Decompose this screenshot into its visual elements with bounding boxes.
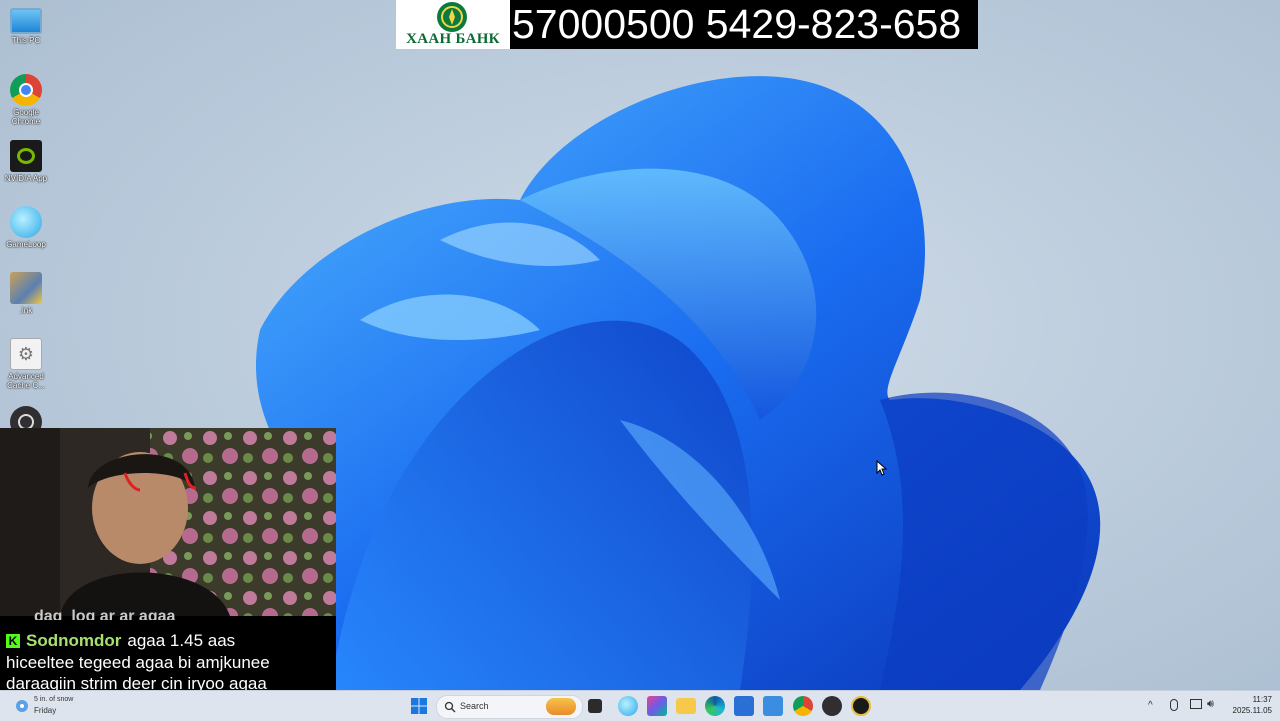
copilot-icon[interactable] [647,696,667,716]
edge-icon[interactable] [705,696,725,716]
chat-username: Sodnomdor [26,631,122,650]
chrome-icon [10,74,42,106]
stream-chat-overlay: dag_log ar ar agaa K Sodnomdor agaa 1.45 a… [0,608,336,696]
bank-name: ХААН БАНК [406,31,500,47]
mouse-cursor-icon [876,460,888,476]
kick-icon: K [6,634,20,648]
desktop-icon-advanced-cache[interactable]: ⚙ Advanced Cache C... [0,338,52,390]
start-button[interactable] [409,696,429,716]
bank-account-number: 57000500 5429-823-658 [510,0,978,49]
desktop-icon-nvidia[interactable]: NVIDIA App [0,140,52,183]
snow-icon [16,700,28,712]
bank-logo: ХААН БАНК [396,0,510,49]
chrome-taskbar-icon[interactable] [793,696,813,716]
task-view-icon[interactable] [588,699,602,713]
chat-message-text: agaa 1.45 aas [127,631,236,650]
obs-taskbar-icon[interactable] [822,696,842,716]
chat-message-text: hiceeltee tegeed agaa bi amjkunee [6,653,270,672]
webcam-overlay [0,428,336,616]
monitor-icon [10,8,42,34]
mail-icon[interactable] [763,696,783,716]
desktop-icon-label: .lnk [19,306,33,315]
desktop-icon-label: Advanced Cache C... [7,372,45,390]
chevron-up-icon[interactable]: ^ [1148,700,1153,711]
desktop-icon-label: NVIDIA App [4,174,48,183]
clock-date: 2025.11.05 [1232,706,1272,715]
store-icon[interactable] [734,696,754,716]
pubg-icon [10,272,42,304]
weather-widget[interactable]: 5 in. of snow Friday [14,693,94,719]
bank-donation-banner: ХААН БАНК 57000500 5429-823-658 [396,0,978,49]
search-placeholder: Search [460,701,489,711]
network-icon[interactable] [1190,699,1202,709]
weather-condition: 5 in. of snow [34,696,74,703]
desktop-icon-gameloop[interactable]: GameLoop [0,206,52,249]
system-clock[interactable]: 11:37 2025.11.05 [1226,694,1272,716]
desktop-icon-lnk[interactable]: .lnk [0,272,52,315]
microphone-icon[interactable] [1170,699,1178,711]
clock-time: 11:37 [1252,695,1272,704]
webcam-video [0,428,336,616]
file-explorer-icon[interactable] [676,698,696,714]
chat-message-line: K Sodnomdor agaa 1.45 aas [6,631,235,651]
desktop-icon-chrome[interactable]: Google Chrome [0,74,52,126]
volume-icon[interactable]: 🔊︎ [1207,698,1214,711]
game-taskbar-icon[interactable] [851,696,871,716]
gameloop-taskbar-icon[interactable] [618,696,638,716]
taskbar-search[interactable]: Search [436,695,583,719]
search-highlight-icon [546,698,576,715]
gear-icon: ⚙ [10,338,42,370]
chat-previous-message: dag_log ar ar agaa [34,608,176,620]
nvidia-icon [10,140,42,172]
desktop-icon-this-pc[interactable]: This PC [0,8,52,45]
desktop-icon-label: GameLoop [6,240,46,249]
taskbar: 5 in. of snow Friday Search ^ 🔊︎ 11:37 2… [0,690,1280,721]
desktop-icon-label: This PC [11,36,41,45]
bank-emblem-icon [437,2,467,32]
desktop-icon-label: Google Chrome [11,108,41,126]
gameloop-icon [10,206,42,238]
weather-day: Friday [34,706,57,715]
windows-logo-icon [411,698,427,714]
search-icon [444,701,456,713]
